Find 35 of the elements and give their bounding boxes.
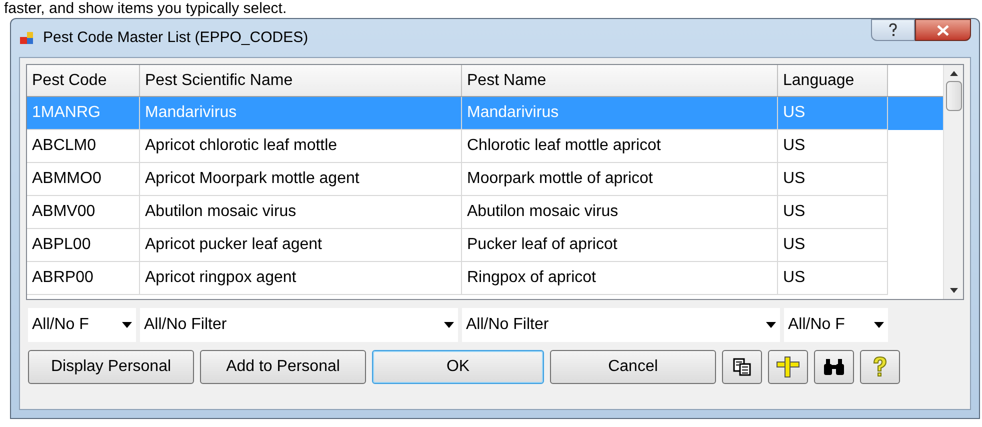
- app-icon: [19, 30, 35, 46]
- filter-dropdown[interactable]: All/No Filter: [140, 308, 458, 342]
- dropdown-arrow-icon: [122, 322, 132, 328]
- window-title: Pest Code Master List (EPPO_CODES): [43, 28, 308, 48]
- dropdown-arrow-icon: [444, 322, 454, 328]
- dialog-button[interactable]: Display Personal: [28, 350, 194, 384]
- table-cell: US: [778, 262, 888, 295]
- toolbar-button[interactable]: [768, 350, 808, 384]
- toolbar-button[interactable]: [814, 350, 854, 384]
- ruler-icon: [776, 356, 800, 378]
- question-mark-icon: [888, 23, 898, 37]
- dropdown-arrow-icon: [766, 322, 776, 328]
- toolbar-button[interactable]: [722, 350, 762, 384]
- copy-icon: [732, 357, 752, 377]
- binoculars-icon: [823, 358, 845, 376]
- column-header[interactable]: Pest Name: [462, 65, 778, 96]
- dropdown-arrow-icon: [874, 322, 884, 328]
- table-cell: Ringpox of apricot: [462, 262, 778, 295]
- dialog-button[interactable]: Add to Personal: [200, 350, 366, 384]
- help-button[interactable]: [871, 19, 915, 41]
- column-header[interactable]: Pest Scientific Name: [140, 65, 462, 96]
- close-button[interactable]: [915, 19, 971, 41]
- column-header[interactable]: Pest Code: [27, 65, 140, 96]
- scroll-thumb[interactable]: [946, 81, 962, 111]
- table-cell: ABRP00: [27, 262, 140, 295]
- filter-dropdown[interactable]: All/No F: [28, 308, 136, 342]
- dialog-button[interactable]: OK: [372, 350, 544, 384]
- caption-text: faster, and show items you typically select.: [3, 0, 288, 18]
- dialog-button[interactable]: Cancel: [550, 350, 716, 384]
- table-cell: Apricot ringpox agent: [140, 262, 462, 295]
- column-header[interactable]: Language: [778, 65, 888, 96]
- scrollbar[interactable]: [943, 65, 963, 299]
- filter-dropdown[interactable]: All/No Filter: [462, 308, 780, 342]
- filter-dropdown[interactable]: All/No F: [784, 308, 888, 342]
- close-icon: [937, 24, 949, 36]
